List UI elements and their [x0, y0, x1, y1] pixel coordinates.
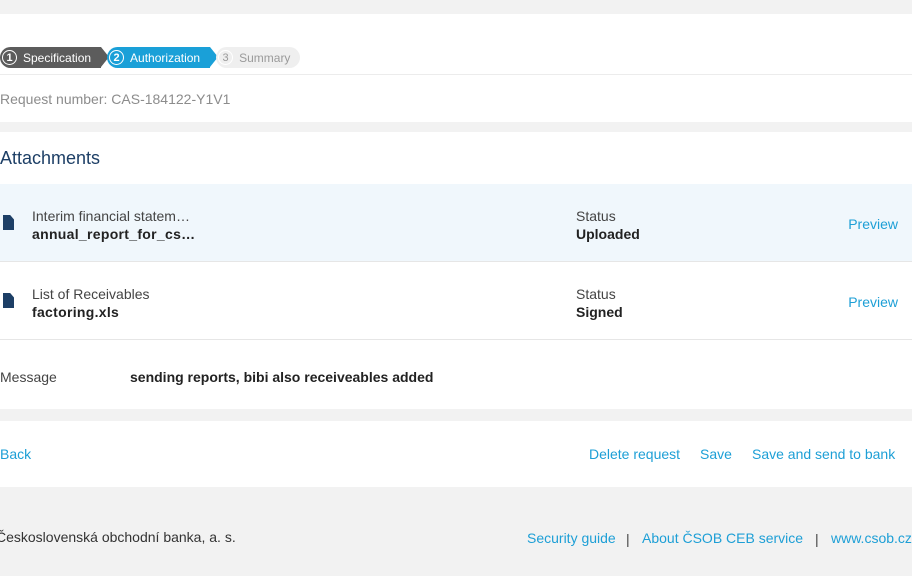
step-authorization[interactable]: 2 Authorization — [107, 47, 219, 68]
status-value: Uploaded — [576, 226, 640, 242]
attachment-file: annual_report_for_cs… — [32, 226, 196, 242]
attachments-section: Attachments Interim financial statem… an… — [0, 132, 912, 409]
company-name: Československá obchodní banka, a. s. — [0, 529, 236, 545]
footer-separator: | — [815, 531, 819, 547]
about-service-link[interactable]: About ČSOB CEB service — [642, 530, 803, 546]
csob-website-link[interactable]: www.csob.cz — [831, 530, 912, 546]
delete-request-link[interactable]: Delete request — [589, 446, 680, 462]
step-number: 2 — [109, 50, 125, 65]
step-label: Authorization — [130, 50, 201, 65]
preview-link[interactable]: Preview — [848, 294, 898, 310]
stepper-bar: 1 Specification 2 Authorization 3 Summar… — [0, 14, 912, 75]
document-icon — [3, 215, 14, 230]
footer: Československá obchodní banka, a. s. Sec… — [0, 517, 912, 576]
preview-link[interactable]: Preview — [848, 216, 898, 232]
attachment-row: List of Receivables factoring.xls Status… — [0, 262, 912, 340]
request-number-section: Request number: CAS-184122-Y1V1 — [0, 75, 912, 122]
back-link[interactable]: Back — [0, 446, 31, 462]
step-label: Specification — [23, 50, 92, 65]
attachment-file: factoring.xls — [32, 304, 120, 320]
security-guide-link[interactable]: Security guide — [527, 530, 616, 546]
footer-separator: | — [626, 531, 630, 547]
status-label: Status — [576, 286, 616, 302]
attachment-row: Interim financial statem… annual_report_… — [0, 184, 912, 262]
action-bar: Back Delete request Save Save and send t… — [0, 421, 912, 487]
step-summary[interactable]: 3 Summary — [216, 47, 301, 68]
step-specification[interactable]: 1 Specification — [0, 47, 110, 68]
step-number: 3 — [218, 50, 234, 65]
save-and-send-link[interactable]: Save and send to bank — [752, 446, 895, 462]
document-icon — [3, 293, 14, 308]
attachment-name: Interim financial statem… — [32, 208, 190, 224]
attachments-title: Attachments — [0, 148, 101, 168]
step-label: Summary — [239, 50, 291, 65]
message-value: sending reports, bibi also receiveables … — [130, 369, 434, 385]
message-label: Message — [0, 369, 57, 385]
step-number: 1 — [2, 50, 17, 65]
attachment-name: List of Receivables — [32, 286, 150, 302]
request-number: Request number: CAS-184122-Y1V1 — [0, 91, 231, 107]
status-value: Signed — [576, 304, 623, 320]
progress-stepper: 1 Specification 2 Authorization 3 Summar… — [0, 47, 306, 68]
save-link[interactable]: Save — [700, 446, 732, 462]
status-label: Status — [576, 208, 616, 224]
